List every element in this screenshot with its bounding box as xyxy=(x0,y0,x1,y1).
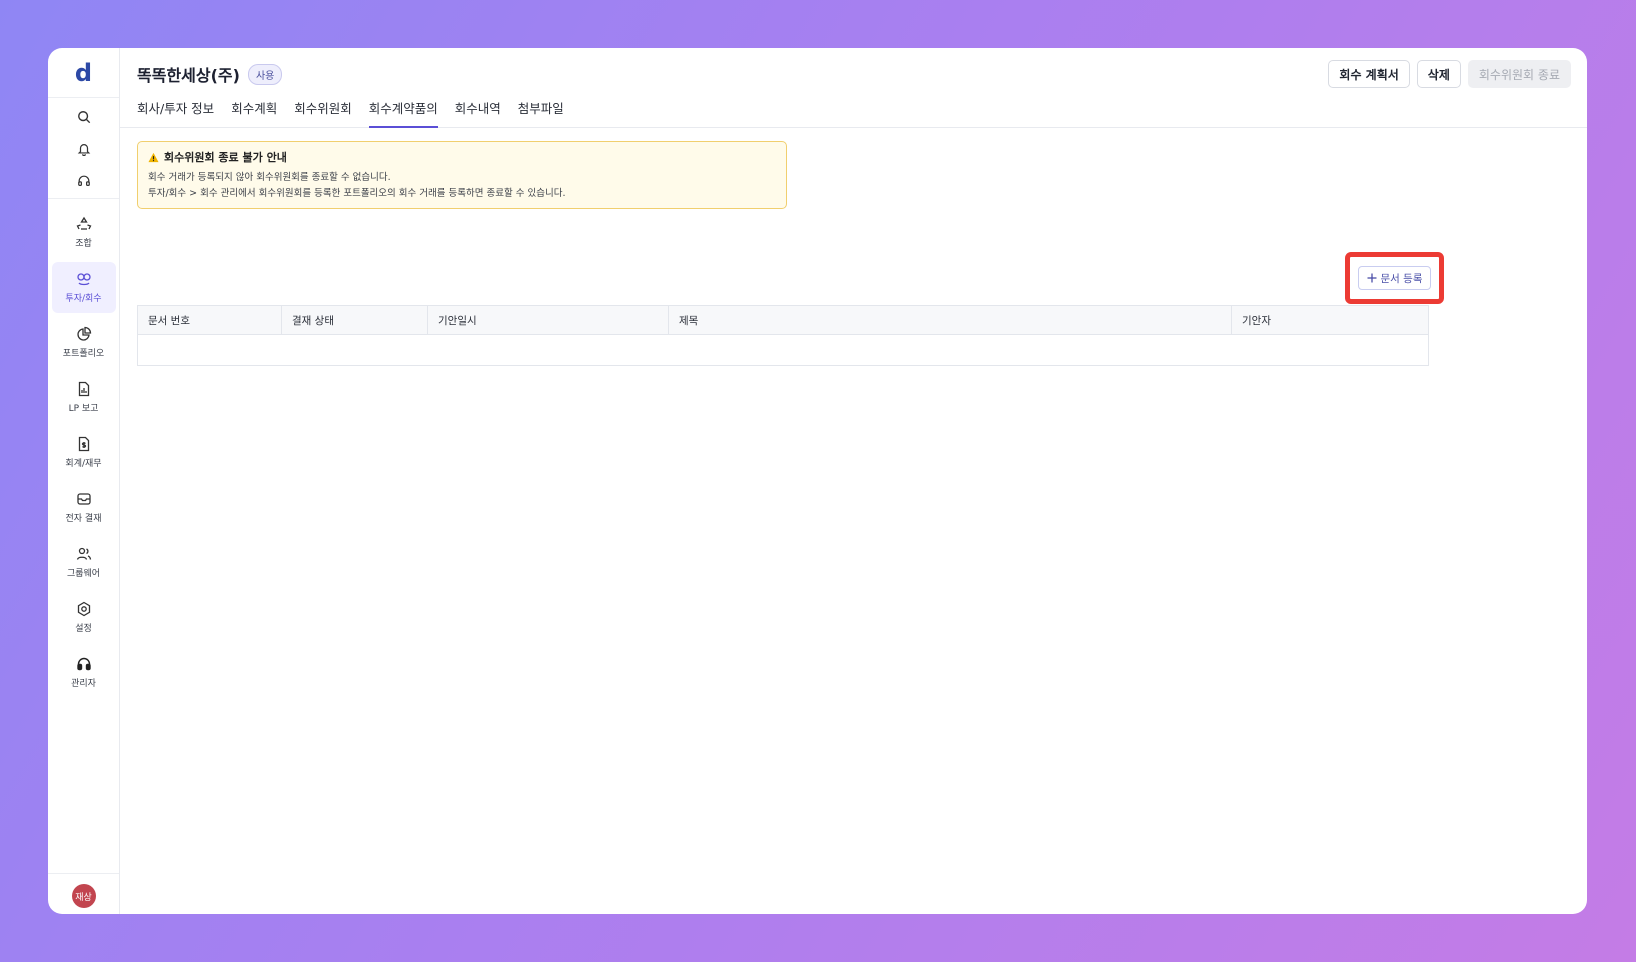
sidebar-item-portfolio[interactable]: 포트폴리오 xyxy=(52,317,116,368)
tab-recovery-history[interactable]: 회수내역 xyxy=(455,96,501,128)
column-drafter[interactable]: 기안자 xyxy=(1232,306,1428,334)
alert-title: 회수위원회 종료 불가 안내 xyxy=(164,151,287,164)
sidebar-item-label: 그룹웨어 xyxy=(66,569,101,579)
plus-icon xyxy=(1367,273,1376,283)
sidebar-item-label: 회계/재무 xyxy=(65,459,102,469)
sidebar-item-lp-report[interactable]: LP 보고 xyxy=(52,372,116,423)
tab-company-info[interactable]: 회사/투자 정보 xyxy=(137,96,214,128)
sidebar-item-accounting[interactable]: 회계/재무 xyxy=(52,427,116,478)
documents-table: 문서 번호 결재 상태 기안일시 제목 기안자 xyxy=(137,305,1429,366)
delete-button[interactable]: 삭제 xyxy=(1416,60,1461,88)
status-badge: 사용 xyxy=(247,63,283,85)
tab-recovery-contract[interactable]: 회수계약품의 xyxy=(368,96,438,128)
finance-doc-icon xyxy=(78,436,89,452)
gear-icon xyxy=(77,601,90,617)
sidebar: d 조합 투자/회수 포트폴리오 LP 보고 회계/재무 전자 결재 그룹웨어 … xyxy=(48,48,120,914)
end-committee-button[interactable]: 회수위원회 종료 xyxy=(1467,60,1571,88)
content-area: 회수위원회 종료 불가 안내 회수 거래가 등록되지 않아 회수위원회를 종료할… xyxy=(137,141,1444,366)
sidebar-item-fund[interactable]: 조합 xyxy=(52,207,116,258)
sidebar-item-invest[interactable]: 투자/회수 xyxy=(51,262,116,313)
warning-alert: 회수위원회 종료 불가 안내 회수 거래가 등록되지 않아 회수위원회를 종료할… xyxy=(137,141,787,209)
sidebar-item-label: 관리자 xyxy=(71,679,96,689)
sidebar-item-label: 조합 xyxy=(75,239,92,249)
column-title[interactable]: 제목 xyxy=(669,306,1232,334)
report-icon xyxy=(78,381,89,397)
alert-message-line-2: 투자/회수 > 회수 관리에서 회수위원회를 등록한 포트폴리오의 회수 거래를… xyxy=(148,188,566,199)
users-icon xyxy=(76,547,91,560)
register-document-button[interactable]: 문서 등록 xyxy=(1357,266,1432,290)
sidebar-item-label: 포트폴리오 xyxy=(62,349,105,359)
admin-headset-icon xyxy=(76,657,91,671)
tab-bar: 회사/투자 정보 회수계획 회수위원회 회수계약품의 회수내역 첨부파일 xyxy=(137,96,564,128)
alert-message-line-1: 회수 거래가 등록되지 않아 회수위원회를 종료할 수 없습니다. xyxy=(148,172,391,183)
avatar[interactable]: 재상 xyxy=(71,884,96,908)
invest-icon xyxy=(76,273,91,286)
header-actions: 회수 계획서 삭제 회수위원회 종료 xyxy=(1328,60,1571,88)
register-highlight: 문서 등록 xyxy=(1345,252,1444,304)
recycle-icon xyxy=(76,216,91,230)
tab-attachments[interactable]: 첨부파일 xyxy=(518,96,564,128)
recovery-plan-button[interactable]: 회수 계획서 xyxy=(1328,60,1410,88)
headset-icon[interactable] xyxy=(73,170,95,192)
sidebar-item-approval[interactable]: 전자 결재 xyxy=(52,482,116,533)
table-header: 문서 번호 결재 상태 기안일시 제목 기안자 xyxy=(138,306,1428,335)
page-title: 똑똑한세상(주) xyxy=(137,66,240,85)
main-area: 똑똑한세상(주) 사용 회사/투자 정보 회수계획 회수위원회 회수계약품의 회… xyxy=(120,48,1587,914)
column-doc-number[interactable]: 문서 번호 xyxy=(138,306,282,334)
bell-icon[interactable] xyxy=(73,138,95,160)
sidebar-nav: 조합 투자/회수 포트폴리오 LP 보고 회계/재무 전자 결재 그룹웨어 설정… xyxy=(48,199,119,698)
tab-recovery-committee[interactable]: 회수위원회 xyxy=(294,96,352,128)
sidebar-item-label: 전자 결재 xyxy=(65,514,102,524)
app-window: d 조합 투자/회수 포트폴리오 LP 보고 회계/재무 전자 결재 그룹웨어 … xyxy=(48,48,1587,914)
register-document-label: 문서 등록 xyxy=(1380,272,1423,285)
title-row: 똑똑한세상(주) 사용 xyxy=(137,62,283,86)
alert-title-row: 회수위원회 종료 불가 안내 xyxy=(148,149,776,165)
sidebar-item-admin[interactable]: 관리자 xyxy=(52,647,116,698)
sidebar-item-label: 설정 xyxy=(75,624,92,634)
sidebar-divider xyxy=(48,873,119,874)
pie-chart-icon xyxy=(76,326,91,341)
search-icon[interactable] xyxy=(73,106,95,128)
inbox-icon xyxy=(76,493,91,505)
table-body-empty xyxy=(138,335,1428,365)
warning-icon xyxy=(148,152,159,162)
sidebar-item-settings[interactable]: 설정 xyxy=(52,592,116,643)
logo[interactable]: d xyxy=(48,48,119,98)
sidebar-item-groupware[interactable]: 그룹웨어 xyxy=(52,537,116,588)
tab-recovery-plan[interactable]: 회수계획 xyxy=(231,96,277,128)
column-draft-date[interactable]: 기안일시 xyxy=(428,306,669,334)
sidebar-item-label: 투자/회수 xyxy=(65,294,102,304)
column-approval-status[interactable]: 결재 상태 xyxy=(282,306,428,334)
page-header: 똑똑한세상(주) 사용 회사/투자 정보 회수계획 회수위원회 회수계약품의 회… xyxy=(120,48,1587,128)
sidebar-item-label: LP 보고 xyxy=(68,404,99,414)
utility-icons xyxy=(48,98,119,199)
